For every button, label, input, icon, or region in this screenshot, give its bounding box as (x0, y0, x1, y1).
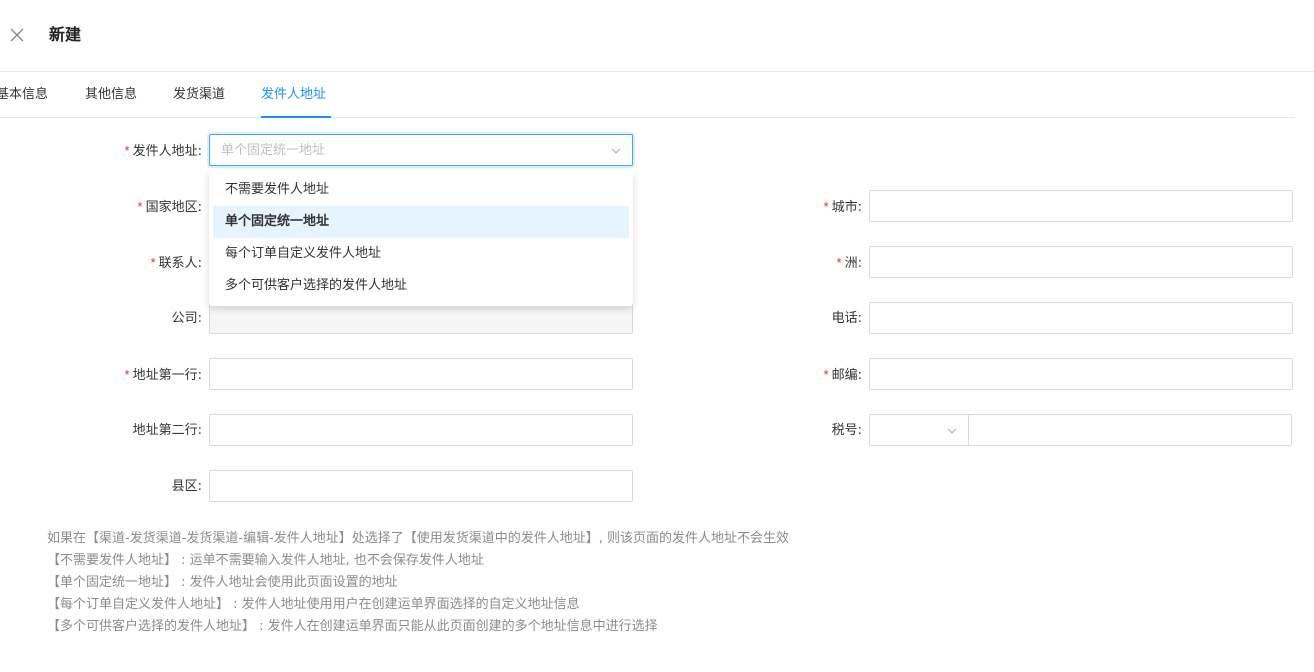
active-tab-indicator (261, 116, 331, 118)
phone-label: 电话: (831, 311, 862, 326)
required-mark: * (823, 199, 829, 214)
address-line2-label: 地址第二行: (132, 423, 202, 438)
tax-id-field[interactable] (968, 414, 1292, 446)
dropdown-option[interactable]: 不需要发件人地址 (213, 174, 629, 206)
modal-header: 新建 (0, 0, 1314, 72)
address-line2-field[interactable] (209, 414, 633, 446)
postcode-label: * 邮编: (823, 367, 862, 383)
note-line: 【多个可供客户选择的发件人地址】 : 发件人在创建运单界面只能从此页面创建的多个… (47, 619, 658, 634)
dropdown-option-selected[interactable]: 单个固定统一地址 (213, 206, 629, 238)
state-field[interactable] (869, 246, 1293, 278)
phone-field[interactable] (869, 302, 1293, 334)
tab-bar: 基本信息 其他信息 发货渠道 发件人地址 (0, 72, 1295, 118)
required-mark: * (823, 367, 829, 382)
note-line: 【不需要发件人地址】 : 运单不需要输入发件人地址, 也不会保存发件人地址 (47, 553, 484, 568)
company-label: 公司: (171, 311, 202, 326)
help-notes: 如果在【渠道-发货渠道-发货渠道-编辑-发件人地址】处选择了【使用发货渠道中的发… (47, 528, 789, 638)
sender-address-label: * 发件人地址: (124, 143, 202, 159)
dropdown-option[interactable]: 每个订单自定义发件人地址 (213, 238, 629, 270)
country-label: * 国家地区: (137, 199, 202, 215)
county-field[interactable] (209, 470, 633, 502)
tab-basic-info[interactable]: 基本信息 (0, 86, 48, 104)
required-mark: * (124, 367, 130, 382)
company-field[interactable] (209, 302, 633, 334)
page-title: 新建 (49, 25, 82, 44)
sender-address-dropdown: 不需要发件人地址 单个固定统一地址 每个订单自定义发件人地址 多个可供客户选择的… (209, 170, 633, 306)
dropdown-option[interactable]: 多个可供客户选择的发件人地址 (213, 270, 629, 302)
required-mark: * (150, 255, 156, 270)
sender-address-select[interactable]: 单个固定统一地址 (209, 134, 633, 166)
address-line1-field[interactable] (209, 358, 633, 390)
note-line: 如果在【渠道-发货渠道-发货渠道-编辑-发件人地址】处选择了【使用发货渠道中的发… (47, 531, 790, 546)
tax-type-select[interactable] (869, 414, 969, 446)
postcode-field[interactable] (869, 358, 1293, 390)
state-label: * 洲: (836, 255, 862, 271)
note-line: 【每个订单自定义发件人地址】 : 发件人地址使用用户在创建运单界面选择的自定义地… (47, 597, 580, 612)
tax-id-label: 税号: (831, 423, 862, 438)
county-label: 县区: (171, 479, 202, 494)
tab-shipping-channel[interactable]: 发货渠道 (173, 86, 225, 104)
tab-other-info[interactable]: 其他信息 (85, 86, 137, 104)
tab-sender-address[interactable]: 发件人地址 (261, 86, 326, 104)
city-label: * 城市: (823, 199, 862, 215)
contact-label: * 联系人: (150, 255, 202, 271)
chevron-down-icon (946, 425, 958, 437)
address-line1-label: * 地址第一行: (124, 367, 202, 383)
chevron-down-icon (610, 145, 622, 157)
required-mark: * (137, 199, 143, 214)
note-line: 【单个固定统一地址】 : 发件人地址会使用此页面设置的地址 (47, 575, 398, 590)
required-mark: * (836, 255, 842, 270)
select-placeholder: 单个固定统一地址 (221, 143, 326, 158)
required-mark: * (124, 143, 130, 158)
city-field[interactable] (869, 190, 1293, 222)
close-icon[interactable] (9, 27, 25, 43)
